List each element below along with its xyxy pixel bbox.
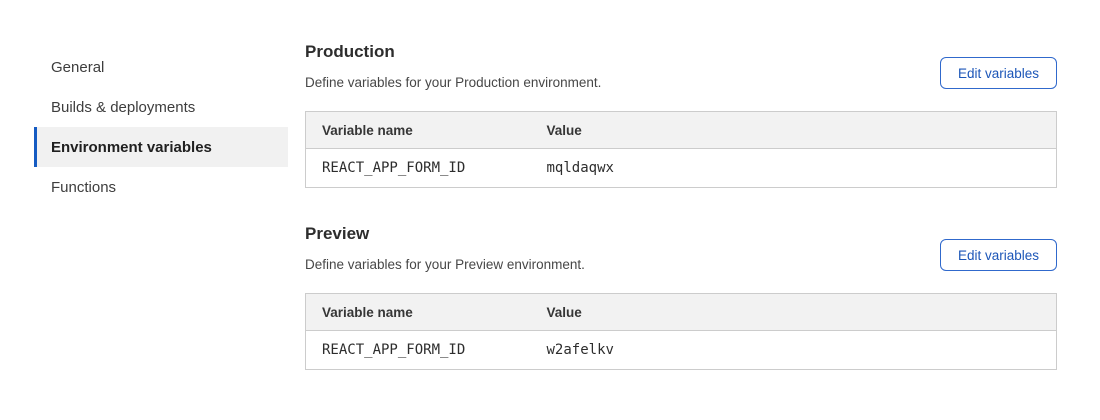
production-section-titles: Production Define variables for your Pro… (305, 42, 601, 92)
table-header-row: Variable name Value (306, 112, 1057, 149)
table-header-row: Variable name Value (306, 294, 1057, 331)
variable-value-cell: w2afelkv (531, 331, 1057, 370)
table-row: REACT_APP_FORM_ID w2afelkv (306, 331, 1057, 370)
variables-table-preview: Variable name Value REACT_APP_FORM_ID w2… (305, 293, 1057, 370)
variable-name-cell: REACT_APP_FORM_ID (306, 331, 531, 370)
column-header-value: Value (531, 294, 1057, 331)
column-header-value: Value (531, 112, 1057, 149)
sidebar-item-label: Functions (51, 179, 116, 196)
section-title-production: Production (305, 42, 601, 62)
column-header-variable-name: Variable name (306, 294, 531, 331)
variable-name-cell: REACT_APP_FORM_ID (306, 149, 531, 188)
sidebar-item-environment-variables[interactable]: Environment variables (34, 127, 288, 167)
section-description-preview: Define variables for your Preview enviro… (305, 256, 585, 274)
sidebar-item-functions[interactable]: Functions (34, 167, 288, 207)
preview-section-titles: Preview Define variables for your Previe… (305, 224, 585, 274)
variable-value-cell: mqldaqwx (531, 149, 1057, 188)
table-head: Variable name Value (306, 112, 1057, 149)
table-row: REACT_APP_FORM_ID mqldaqwx (306, 149, 1057, 188)
settings-sidebar: General Builds & deployments Environment… (34, 47, 288, 207)
table-body: REACT_APP_FORM_ID mqldaqwx (306, 149, 1057, 188)
sidebar-item-label: Environment variables (51, 139, 212, 156)
production-section: Production Define variables for your Pro… (305, 42, 1057, 188)
sidebar-item-label: Builds & deployments (51, 99, 195, 116)
section-title-preview: Preview (305, 224, 585, 244)
edit-variables-button-preview[interactable]: Edit variables (940, 239, 1057, 271)
sidebar-item-label: General (51, 59, 104, 76)
preview-section-header: Preview Define variables for your Previe… (305, 224, 1057, 274)
variables-table-production: Variable name Value REACT_APP_FORM_ID mq… (305, 111, 1057, 188)
column-header-variable-name: Variable name (306, 112, 531, 149)
section-description-production: Define variables for your Production env… (305, 74, 601, 92)
edit-variables-button-production[interactable]: Edit variables (940, 57, 1057, 89)
sidebar-item-builds-deployments[interactable]: Builds & deployments (34, 87, 288, 127)
environment-variables-content: Production Define variables for your Pro… (305, 0, 1057, 370)
settings-page: General Builds & deployments Environment… (0, 0, 1100, 370)
sidebar-item-general[interactable]: General (34, 47, 288, 87)
preview-section: Preview Define variables for your Previe… (305, 224, 1057, 370)
production-section-header: Production Define variables for your Pro… (305, 42, 1057, 92)
table-head: Variable name Value (306, 294, 1057, 331)
table-body: REACT_APP_FORM_ID w2afelkv (306, 331, 1057, 370)
